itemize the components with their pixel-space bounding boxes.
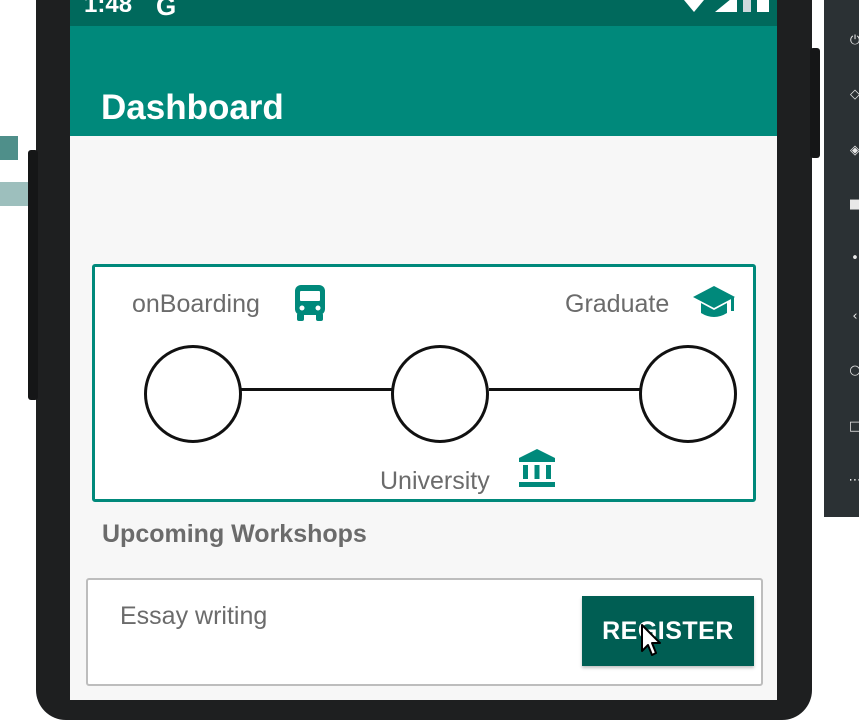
bus-icon [295,285,325,321]
background-decoration [0,136,18,160]
zoom-icon[interactable]: • [848,252,859,266]
overview-icon[interactable]: □ [848,420,859,434]
home-icon[interactable]: ○ [848,364,859,378]
step-circle-graduate [639,345,737,443]
background-decoration [0,182,28,206]
more-icon[interactable]: ⋯ [848,474,859,488]
step-circle-university [391,345,489,443]
step-label-graduate: Graduate [565,290,670,318]
step-circle-onboarding [144,345,242,443]
power-icon[interactable]: ⏻ [848,34,859,48]
status-icons [684,0,769,12]
battery-icon [757,0,769,12]
mouse-cursor-icon [641,624,661,656]
rotate-left-icon[interactable]: ◇ [848,88,859,102]
step-label-onboarding: onBoarding [132,290,260,318]
rotate-right-icon[interactable]: ◈ [848,144,859,158]
phone-screen: 1:48 G Dashboard onBoarding Graduate Uni… [70,0,777,700]
status-time: 1:48 [84,0,133,18]
signal-bar-icon [743,0,751,12]
progress-tracker-card: onBoarding Graduate University [92,264,756,502]
bank-icon [519,449,555,487]
app-bar: Dashboard [70,26,777,136]
upcoming-workshops-title: Upcoming Workshops [102,520,367,548]
camera-icon[interactable]: ■ [848,198,859,212]
wifi-icon [684,0,704,12]
workshop-name: Essay writing [120,602,268,630]
step-connector [489,388,641,391]
google-notification-icon: G [156,0,177,21]
register-button[interactable]: REGISTER [582,596,754,666]
back-icon[interactable]: ‹ [848,310,859,324]
signal-icon [715,0,737,12]
page-title: Dashboard [101,88,284,127]
step-label-university: University [380,467,490,495]
step-connector [241,388,393,391]
phone-side-button-right [810,48,820,158]
graduation-cap-icon [693,286,735,317]
phone-side-button-left [28,150,38,400]
status-bar: 1:48 G [70,0,777,26]
